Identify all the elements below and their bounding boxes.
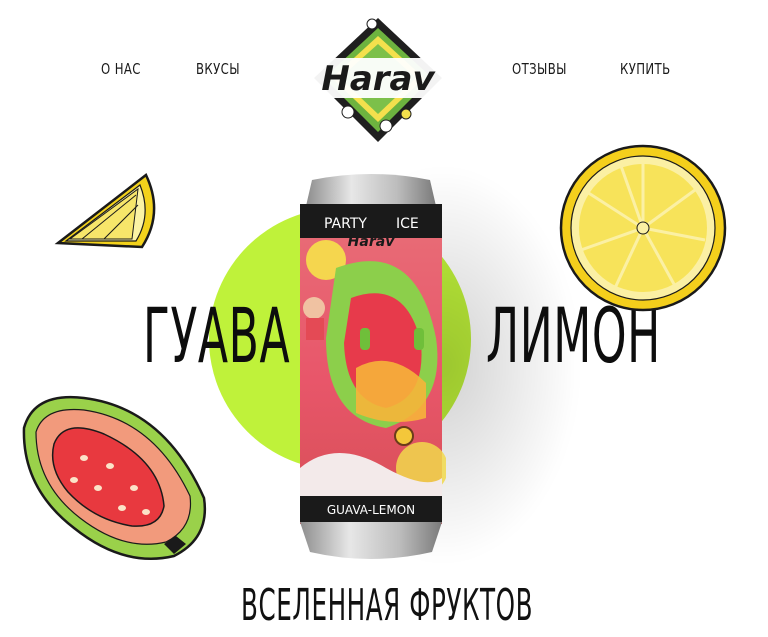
guava-half-illustration [14, 388, 214, 568]
can-brand: Harav [348, 234, 396, 250]
tagline: ВСЕЛЕННАЯ ФРУКТОВ [241, 580, 534, 631]
nav-link-reviews[interactable]: ОТЗЫВЫ [512, 60, 567, 78]
logo-graphic: Harav [314, 18, 442, 142]
harav-logo-icon[interactable]: Harav [308, 14, 448, 148]
lemon-half-illustration [555, 140, 730, 315]
nav-link-buy[interactable]: КУПИТЬ [620, 60, 671, 78]
can-flavor-label: GUAVA-LEMON [327, 503, 415, 517]
hero-word-guava: ГУАВА [143, 291, 291, 380]
lemon-slice-illustration [52, 165, 162, 265]
beer-can-illustration: PARTY ICE Harav GUAVA-LEMON [296, 168, 448, 568]
nav-link-about[interactable]: О НАС [101, 60, 141, 78]
logo-text: Harav [321, 59, 436, 99]
can-label-ice: ICE [396, 216, 419, 232]
can-label-party: PARTY [324, 216, 367, 232]
nav-link-flavors[interactable]: ВКУСЫ [196, 60, 240, 78]
